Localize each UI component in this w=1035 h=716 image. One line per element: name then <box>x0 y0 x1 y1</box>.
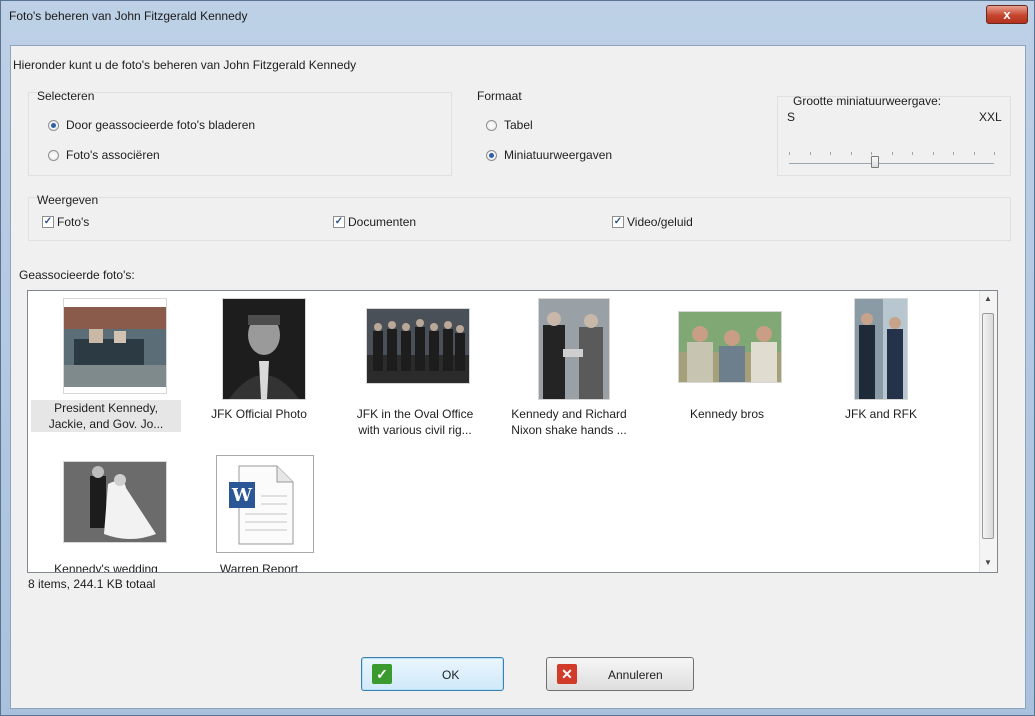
list-item[interactable]: JFK and RFK <box>806 298 956 448</box>
slider-tick <box>953 152 954 155</box>
checkbox-video-audio[interactable]: ✓ <box>612 216 624 228</box>
scroll-down-arrow-icon[interactable]: ▼ <box>984 558 992 567</box>
scroll-up-arrow-icon[interactable]: ▲ <box>984 294 992 303</box>
thumb-size-slider-thumb[interactable] <box>871 156 880 168</box>
slider-tick <box>871 152 872 155</box>
select-group-label: Selecteren <box>37 89 95 103</box>
radio-browse-associated-label[interactable]: Door geassocieerde foto's bladeren <box>66 118 255 132</box>
list-item[interactable]: Kennedy bros <box>652 298 802 448</box>
list-item[interactable]: Kennedy's wedding <box>31 453 181 573</box>
list-item-caption: Kennedy's wedding <box>54 562 158 573</box>
svg-text:W: W <box>231 485 253 506</box>
radio-format-table-label[interactable]: Tabel <box>504 118 533 132</box>
photo-jfk-rfk-icon <box>854 298 908 400</box>
photo-brothers-icon <box>678 311 782 383</box>
list-item[interactable]: JFK Official Photo <box>184 298 334 448</box>
dialog-window: Foto's beheren van John Fitzgerald Kenne… <box>0 0 1035 716</box>
close-button[interactable]: x <box>986 5 1028 24</box>
thumb-size-slider-track[interactable] <box>789 163 994 164</box>
check-icon: ✓ <box>372 664 392 684</box>
checkbox-documents-label[interactable]: Documenten <box>348 215 416 229</box>
list-item-caption: JFK Official Photo <box>211 407 307 421</box>
radio-browse-associated[interactable] <box>48 120 59 131</box>
photo-list-scrollbar[interactable]: ▲ ▼ <box>979 291 997 572</box>
checkbox-video-audio-label[interactable]: Video/geluid <box>627 215 693 229</box>
list-item-caption: JFK in the Oval Office with various civil… <box>356 407 474 437</box>
thumb-size-max-label: XXL <box>979 110 1002 124</box>
photo-wedding-icon <box>63 461 167 543</box>
slider-tick <box>932 152 934 155</box>
window-title: Foto's beheren van John Fitzgerald Kenne… <box>9 9 248 23</box>
cancel-button[interactable]: ✕ Annuleren <box>546 657 694 691</box>
radio-format-thumbnails-label[interactable]: Miniatuurweergaven <box>504 148 612 162</box>
ok-button[interactable]: ✓ OK <box>361 657 504 691</box>
slider-tick <box>850 152 852 155</box>
photo-group-icon <box>366 308 470 384</box>
format-group-label: Formaat <box>477 89 522 103</box>
radio-associate-photos-label[interactable]: Foto's associëren <box>66 148 160 162</box>
radio-associate-photos[interactable] <box>48 150 59 161</box>
word-document-icon: W <box>216 455 314 553</box>
thumb-size-label: Grootte miniatuurweergave: <box>793 94 942 108</box>
slider-tick <box>789 152 790 155</box>
list-item-caption: Kennedy bros <box>689 407 765 421</box>
list-item[interactable]: Kennedy and Richard Nixon shake hands ... <box>494 298 644 448</box>
scrollbar-thumb[interactable] <box>982 313 994 539</box>
slider-tick <box>830 152 831 155</box>
list-item[interactable]: President Kennedy, Jackie, and Gov. Jo... <box>31 298 181 448</box>
list-item[interactable]: JFK in the Oval Office with various civil… <box>340 298 490 448</box>
photo-list[interactable]: President Kennedy, Jackie, and Gov. Jo...… <box>27 290 998 573</box>
slider-tick <box>973 152 975 155</box>
slider-tick <box>809 152 811 155</box>
list-item[interactable]: W Warren Report <box>184 453 334 573</box>
checkbox-documents[interactable]: ✓ <box>333 216 345 228</box>
list-item-caption: JFK and RFK <box>844 407 918 421</box>
list-item-caption: President Kennedy, Jackie, and Gov. Jo... <box>31 400 181 432</box>
status-text: 8 items, 244.1 KB totaal <box>28 577 156 591</box>
slider-tick <box>891 152 893 155</box>
select-group <box>28 92 452 176</box>
slider-tick <box>912 152 913 155</box>
list-label: Geassocieerde foto's: <box>19 268 135 282</box>
radio-format-table[interactable] <box>486 120 497 131</box>
photo-portrait-icon <box>222 298 306 400</box>
checkbox-photos-label[interactable]: Foto's <box>57 215 89 229</box>
checkbox-photos[interactable]: ✓ <box>42 216 54 228</box>
list-item-caption: Kennedy and Richard Nixon shake hands ... <box>511 407 627 437</box>
display-group <box>28 197 1011 241</box>
display-group-label: Weergeven <box>37 193 99 207</box>
x-icon: ✕ <box>557 664 577 684</box>
photo-handshake-icon <box>538 298 610 400</box>
cancel-button-label: Annuleren <box>608 668 663 682</box>
intro-text: Hieronder kunt u de foto's beheren van J… <box>13 58 357 72</box>
title-bar[interactable]: Foto's beheren van John Fitzgerald Kenne… <box>1 1 1034 31</box>
radio-format-thumbnails[interactable] <box>486 150 497 161</box>
photo-motorcade-icon <box>63 298 167 394</box>
thumb-size-group <box>777 96 1011 176</box>
thumb-size-min-label: S <box>787 110 796 124</box>
ok-button-label: OK <box>442 668 460 682</box>
list-item-caption: Warren Report <box>219 562 299 573</box>
slider-tick <box>994 152 995 155</box>
